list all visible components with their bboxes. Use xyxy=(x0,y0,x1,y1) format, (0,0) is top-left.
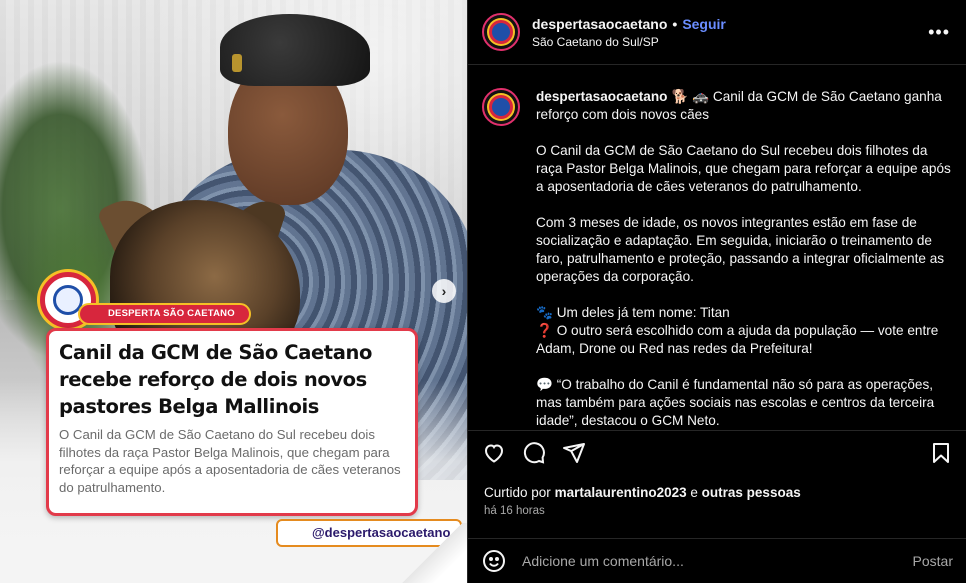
username-link[interactable]: despertasaocaetano xyxy=(532,16,667,32)
next-image-button[interactable]: › xyxy=(432,279,456,303)
caption-avatar[interactable] xyxy=(482,88,520,126)
like-button[interactable] xyxy=(482,439,522,467)
bookmark-icon xyxy=(933,442,949,463)
post-header: despertasaocaetano • Seguir São Caetano do… xyxy=(468,0,966,65)
liker-username[interactable]: martalaurentino2023 xyxy=(555,485,687,500)
chevron-right-icon: › xyxy=(441,283,447,299)
comment-icon xyxy=(523,441,545,464)
avatar[interactable] xyxy=(482,13,520,51)
post-timestamp[interactable]: há 16 horas xyxy=(484,505,545,517)
likes-summary: Curtido por martalaurentino2023 e outras… xyxy=(484,485,801,500)
caption-line: ❓ O outro será escolhido com a ajuda da … xyxy=(536,323,939,356)
likes-others-link[interactable]: outras pessoas xyxy=(702,485,801,500)
comment-input[interactable] xyxy=(522,553,913,569)
caption-body: despertasaocaetano 🐕 🚓 Canil da GCM de Sã… xyxy=(536,88,953,430)
share-button[interactable] xyxy=(562,439,602,467)
likes-prefix: Curtido por xyxy=(484,485,551,500)
header-row: despertasaocaetano • Seguir xyxy=(532,16,928,32)
location-link[interactable]: São Caetano do Sul/SP xyxy=(532,35,928,49)
profile-logo-icon xyxy=(489,20,513,44)
follow-button[interactable]: Seguir xyxy=(682,16,726,32)
separator: • xyxy=(672,15,678,32)
likes-conj: e xyxy=(690,485,698,500)
caption-paragraph: 💬 “O trabalho do Canil é fundamental não… xyxy=(536,377,935,428)
action-bar xyxy=(468,430,966,474)
post-image[interactable]: DESPERTA SÃO CAETANO Canil da GCM de São… xyxy=(0,0,467,583)
caption-paragraph: Com 3 meses de idade, os novos integrant… xyxy=(536,215,945,284)
send-icon xyxy=(563,442,585,463)
post-sidebar: despertasaocaetano • Seguir São Caetano do… xyxy=(467,0,966,583)
caption-username[interactable]: despertasaocaetano xyxy=(536,89,667,104)
header-info: despertasaocaetano • Seguir São Caetano do… xyxy=(532,16,928,49)
emoji-icon[interactable] xyxy=(482,549,506,573)
caption-line: 🐾 Um deles já tem nome: Titan xyxy=(536,305,730,320)
page-curl xyxy=(397,523,467,583)
comment-button[interactable] xyxy=(522,439,562,467)
save-button[interactable] xyxy=(929,439,953,467)
profile-logo-icon xyxy=(489,95,513,119)
card-text: O Canil da GCM de São Caetano do Sul rec… xyxy=(59,427,401,495)
caption-paragraph: 🐾 Um deles já tem nome: Titan ❓ O outro … xyxy=(536,304,953,358)
instagram-post-view: DESPERTA SÃO CAETANO Canil da GCM de São… xyxy=(0,0,966,583)
beret-badge xyxy=(232,54,242,72)
post-comment-button[interactable]: Postar xyxy=(913,553,953,569)
more-options-icon[interactable]: ••• xyxy=(928,22,950,43)
comment-bar: Postar xyxy=(468,538,966,583)
heart-icon xyxy=(484,443,504,463)
caption-paragraph: O Canil da GCM de São Caetano do Sul rec… xyxy=(536,143,951,194)
headline-card: Canil da GCM de São Caetano recebe refor… xyxy=(46,328,418,516)
card-title: Canil da GCM de São Caetano recebe refor… xyxy=(59,341,372,418)
caption-section: despertasaocaetano 🐕 🚓 Canil da GCM de Sã… xyxy=(468,66,966,430)
caption-headline: despertasaocaetano 🐕 🚓 Canil da GCM de Sã… xyxy=(536,88,953,124)
brand-pill: DESPERTA SÃO CAETANO xyxy=(78,303,251,325)
